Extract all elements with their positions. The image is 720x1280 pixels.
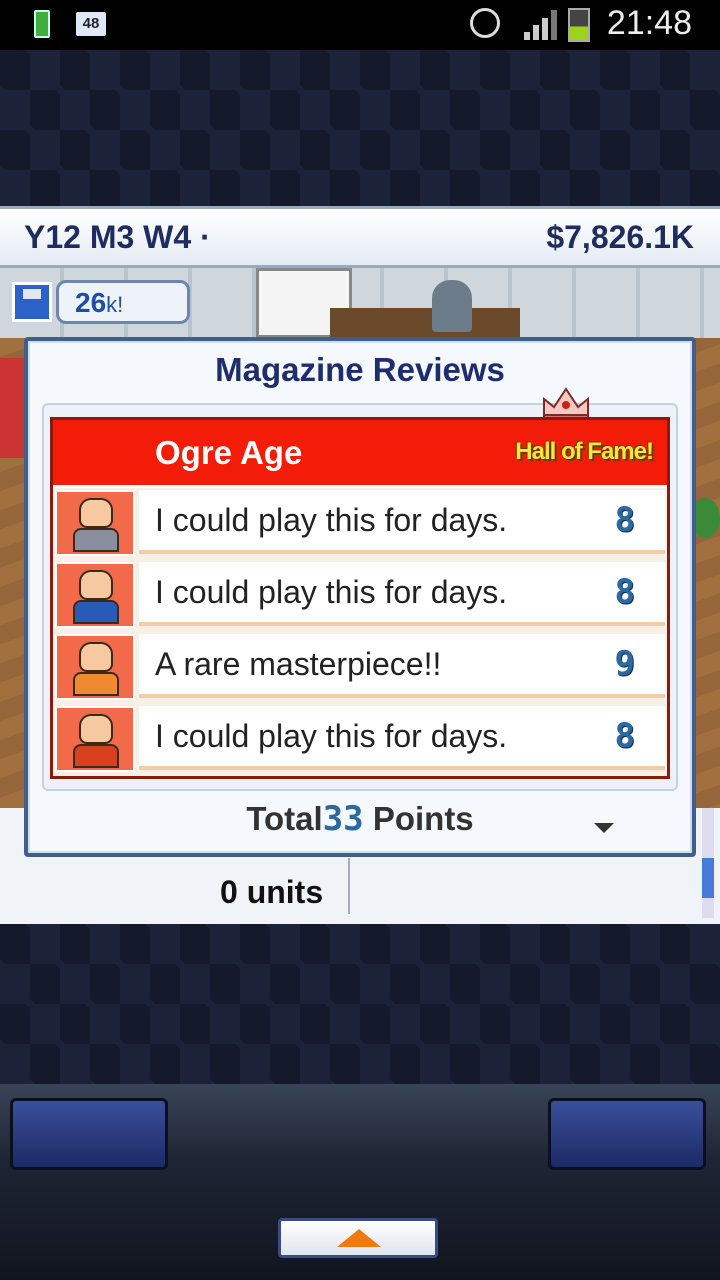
info-bar: Y12 M3 W4 · $7,826.1K — [0, 206, 720, 268]
reviewer-portrait — [55, 634, 135, 700]
desk — [330, 308, 520, 338]
signal-icon — [524, 10, 557, 40]
review-score: 9 — [614, 644, 635, 684]
reviewer-body-icon — [73, 672, 119, 696]
total-suffix: Points — [372, 800, 474, 837]
total-points: Total33 Points — [28, 799, 692, 839]
units-sold: 0 units — [220, 874, 324, 910]
reviewer-body-icon — [73, 600, 119, 624]
review-score: 8 — [614, 716, 635, 756]
notification-badge: 48 — [76, 12, 106, 36]
review-comment: I could play this for days. — [155, 502, 508, 538]
reviewer-portrait — [55, 706, 135, 772]
review-comment: A rare masterpiece!! — [155, 646, 442, 682]
scrollbar[interactable] — [702, 808, 714, 918]
game-date: Y12 M3 W4 · — [24, 219, 211, 255]
reviewer-face-icon — [79, 570, 113, 600]
hall-of-fame-badge: Hall of Fame! — [515, 438, 654, 465]
reviewer-body-icon — [73, 528, 119, 552]
review-comment-box: A rare masterpiece!! 9 — [139, 634, 665, 698]
review-comment: I could play this for days. — [155, 574, 508, 610]
reviewer-face-icon — [79, 714, 113, 744]
dialog-title: Magazine Reviews — [215, 351, 505, 388]
review-header: Ogre Age Hall of Fame! — [53, 420, 667, 488]
next-page-arrow-icon[interactable] — [594, 823, 614, 833]
reviewer-body-icon — [73, 744, 119, 768]
review-box: Ogre Age Hall of Fame! I could play this… — [50, 417, 670, 779]
fans-badge: 26k! — [56, 280, 190, 324]
reviewer-portrait — [55, 490, 135, 556]
panel-divider — [348, 858, 350, 914]
left-menu-button[interactable] — [10, 1098, 168, 1170]
magazine-reviews-dialog[interactable]: Magazine Reviews Ogre Age Hall of Fame! … — [24, 337, 696, 857]
right-menu-button[interactable] — [548, 1098, 706, 1170]
reviewer-face-icon — [79, 498, 113, 528]
clock-time: 21:48 — [606, 4, 692, 42]
review-row: I could play this for days. 8 — [53, 560, 667, 628]
review-row: I could play this for days. 8 — [53, 704, 667, 772]
game-name: Ogre Age — [155, 434, 303, 471]
background-pattern-lower — [0, 924, 720, 1084]
review-score: 8 — [614, 500, 635, 540]
review-comment-box: I could play this for days. 8 — [139, 562, 665, 626]
review-comment-box: I could play this for days. 8 — [139, 490, 665, 554]
total-label: Total — [246, 800, 323, 837]
total-value: 33 — [322, 799, 364, 839]
up-arrow-icon — [337, 1229, 381, 1247]
review-row: I could play this for days. 8 — [53, 488, 667, 556]
status-bar: 48 21:48 — [0, 0, 720, 50]
reviewer-portrait — [55, 562, 135, 628]
battery-small-icon — [34, 10, 50, 38]
staff-character[interactable] — [432, 280, 472, 332]
money-display: $7,826.1K — [546, 219, 694, 255]
background-pattern — [0, 50, 720, 206]
save-icon[interactable] — [12, 282, 52, 322]
scrollbar-thumb[interactable] — [702, 858, 714, 898]
battery-icon — [568, 8, 590, 42]
bottom-controls — [0, 1084, 720, 1280]
fans-count: 26k! — [75, 287, 124, 318]
alarm-icon — [470, 8, 500, 38]
review-score: 8 — [614, 572, 635, 612]
review-row: A rare masterpiece!! 9 — [53, 632, 667, 700]
reviewer-face-icon — [79, 642, 113, 672]
review-comment: I could play this for days. — [155, 718, 508, 754]
review-comment-box: I could play this for days. 8 — [139, 706, 665, 770]
open-menu-button[interactable] — [278, 1218, 438, 1258]
